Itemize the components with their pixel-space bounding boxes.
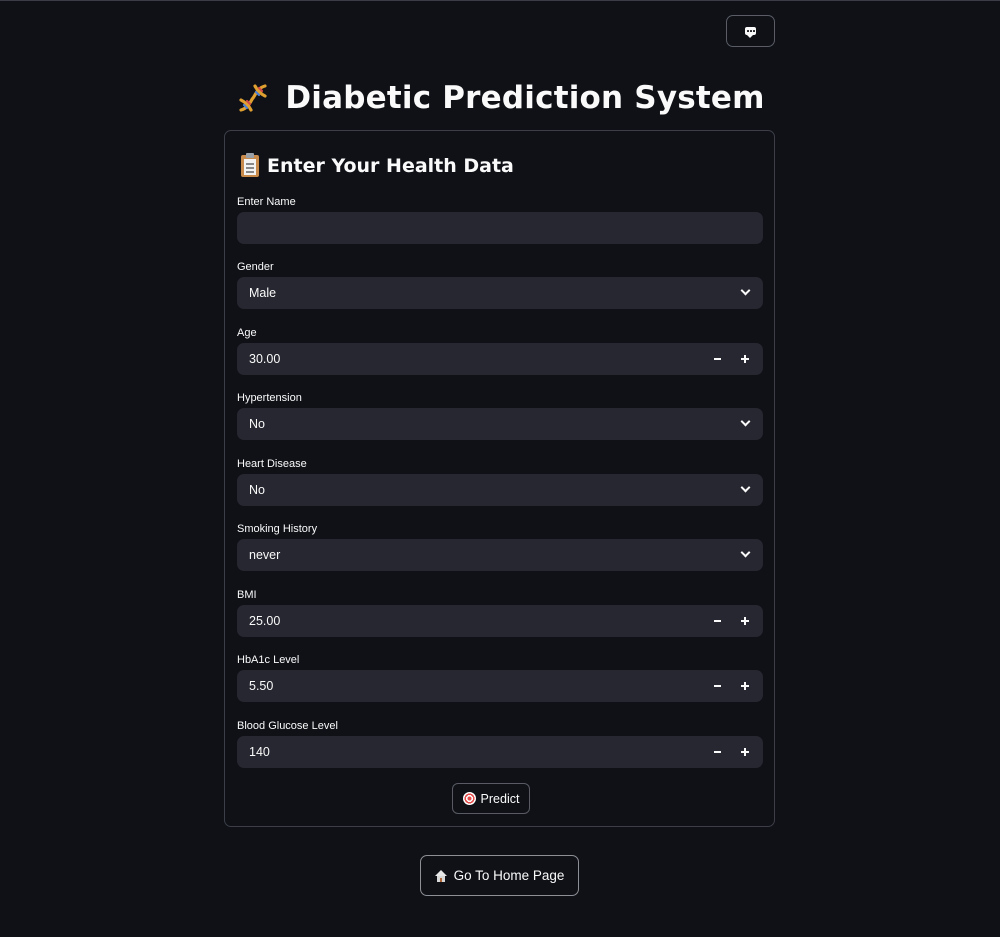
plus-icon (741, 748, 749, 756)
age-label: Age (237, 327, 257, 339)
form-heading-row: Enter Your Health Data (241, 151, 514, 181)
hypertension-select[interactable]: No (237, 408, 763, 440)
hypertension-value: No (249, 417, 265, 431)
glucose-value: 140 (249, 745, 270, 759)
age-decrement-button[interactable] (705, 343, 729, 375)
hba1c-increment-button[interactable] (733, 670, 757, 702)
gender-label: Gender (237, 261, 274, 273)
home-page-button[interactable]: Go To Home Page (420, 855, 579, 896)
page-title-row: Diabetic Prediction System (0, 73, 1000, 123)
bmi-decrement-button[interactable] (705, 605, 729, 637)
predict-label: Predict (480, 791, 520, 806)
home-label: Go To Home Page (453, 868, 565, 883)
hba1c-stepper[interactable]: 5.50 (237, 670, 763, 702)
target-icon (462, 792, 476, 805)
form-heading: Enter Your Health Data (267, 155, 514, 177)
smoking-history-value: never (249, 548, 281, 562)
heart-disease-label: Heart Disease (237, 458, 307, 470)
glucose-decrement-button[interactable] (705, 736, 729, 768)
hba1c-label: HbA1c Level (237, 654, 300, 666)
glucose-increment-button[interactable] (733, 736, 757, 768)
hba1c-decrement-button[interactable] (705, 670, 729, 702)
chevron-down-icon (740, 547, 751, 558)
chevron-down-icon (740, 482, 751, 493)
name-input-wrapper (237, 212, 763, 244)
predict-button[interactable]: Predict (452, 783, 530, 814)
age-increment-button[interactable] (733, 343, 757, 375)
heart-disease-value: No (249, 483, 265, 497)
bmi-increment-button[interactable] (733, 605, 757, 637)
plus-icon (741, 682, 749, 690)
dna-icon (239, 84, 267, 112)
chevron-down-icon (740, 416, 751, 427)
hba1c-value: 5.50 (249, 679, 274, 693)
glucose-label: Blood Glucose Level (237, 720, 338, 732)
glucose-stepper[interactable]: 140 (237, 736, 763, 768)
smoking-history-select[interactable]: never (237, 539, 763, 571)
name-input[interactable] (249, 212, 763, 244)
chat-icon (745, 27, 756, 38)
name-label: Enter Name (237, 196, 296, 208)
clipboard-icon (241, 153, 259, 177)
minus-icon (713, 358, 721, 360)
age-value: 30.00 (249, 352, 281, 366)
bmi-label: BMI (237, 589, 257, 601)
gender-select[interactable]: Male (237, 277, 763, 309)
hypertension-label: Hypertension (237, 392, 302, 404)
age-stepper[interactable]: 30.00 (237, 343, 763, 375)
minus-icon (713, 685, 721, 687)
minus-icon (713, 620, 721, 622)
house-icon (434, 869, 447, 882)
gender-value: Male (249, 286, 277, 300)
bmi-value: 25.00 (249, 614, 281, 628)
bmi-stepper[interactable]: 25.00 (237, 605, 763, 637)
plus-icon (741, 617, 749, 625)
chat-button[interactable] (726, 15, 775, 47)
smoking-history-label: Smoking History (237, 523, 318, 535)
health-data-form: Enter Your Health Data Enter Name Gender… (224, 130, 775, 827)
plus-icon (741, 355, 749, 363)
page-title: Diabetic Prediction System (285, 80, 765, 116)
chevron-down-icon (740, 285, 751, 296)
heart-disease-select[interactable]: No (237, 474, 763, 506)
minus-icon (713, 751, 721, 753)
